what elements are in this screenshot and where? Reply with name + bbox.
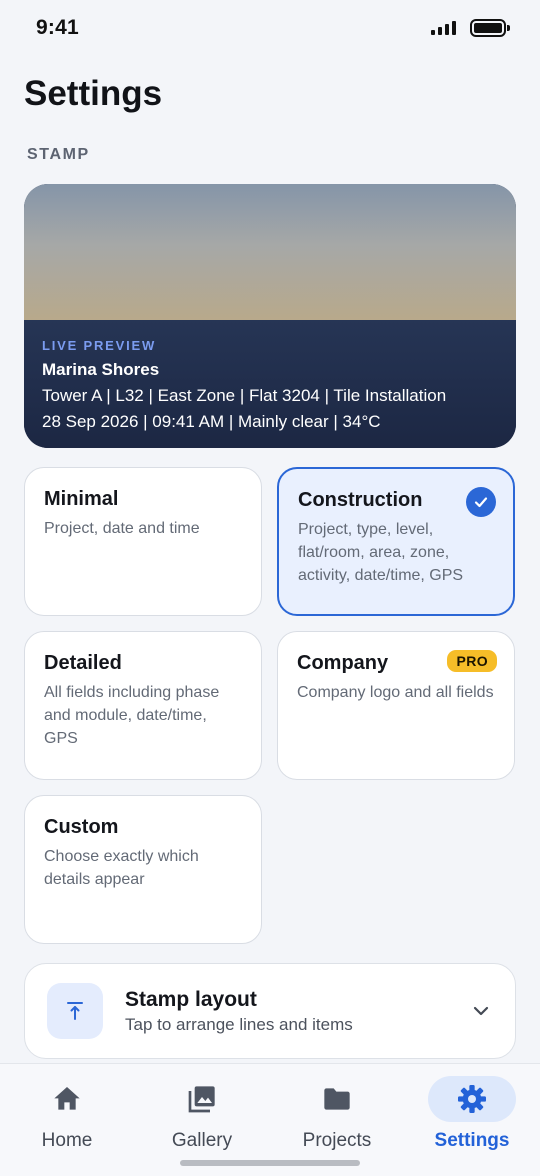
option-description: All fields including phase and module, d… (44, 684, 220, 747)
nav-item-home[interactable]: Home (17, 1076, 117, 1156)
chevron-down-icon[interactable] (469, 999, 493, 1023)
stamp-layout-subtitle: Tap to arrange lines and items (125, 1014, 353, 1034)
align-top-icon (47, 983, 103, 1039)
status-time: 9:41 (36, 16, 79, 39)
status-icons (431, 19, 510, 37)
preview-tag: LIVE PREVIEW (42, 338, 157, 353)
check-icon (466, 487, 496, 517)
stamp-option-minimal[interactable]: Minimal Project, date and time (24, 467, 262, 616)
gear-icon (428, 1076, 516, 1122)
nav-item-settings[interactable]: Settings (422, 1076, 522, 1156)
signal-icon (431, 21, 456, 35)
nav-label: Gallery (171, 1130, 233, 1151)
option-description: Choose exactly which details appear (44, 848, 199, 888)
stamp-option-company[interactable]: Company Company logo and all fields PRO (277, 631, 515, 780)
status-bar: 9:41 (0, 0, 540, 56)
stamp-layout-text: Stamp layout Tap to arrange lines and it… (125, 988, 469, 1035)
nav-label: Home (41, 1130, 93, 1151)
stamp-option-construction[interactable]: Construction Project, type, level, flat/… (277, 467, 515, 616)
nav-label: Settings (434, 1130, 510, 1151)
home-indicator (180, 1160, 360, 1166)
stamp-layout-row[interactable]: Stamp layout Tap to arrange lines and it… (24, 963, 516, 1059)
nav-item-projects[interactable]: Projects (287, 1076, 387, 1156)
preview-photo (24, 184, 516, 320)
option-title: Minimal (44, 488, 119, 510)
option-title: Detailed (44, 652, 122, 674)
preview-datetime-line: 28 Sep 2026 | 09:41 AM | Mainly clear | … (42, 412, 381, 431)
battery-icon (470, 19, 510, 37)
stamp-option-detailed[interactable]: Detailed All fields including phase and … (24, 631, 262, 780)
home-icon (23, 1076, 111, 1122)
section-label-stamp: STAMP (27, 146, 90, 163)
nav-label: Projects (302, 1130, 372, 1151)
preview-location-line: Tower A | L32 | East Zone | Flat 3204 | … (42, 386, 447, 405)
option-title: Custom (44, 816, 119, 838)
folder-icon (293, 1076, 381, 1122)
preview-project-name: Marina Shores (42, 360, 160, 379)
stamp-layout-title: Stamp layout (125, 987, 257, 1011)
option-title: Construction (298, 489, 423, 511)
stamp-preview-card: LIVE PREVIEW Marina Shores Tower A | L32… (24, 184, 516, 448)
pro-badge: PRO (447, 650, 497, 672)
nav-item-gallery[interactable]: Gallery (152, 1076, 252, 1156)
page-title: Settings (24, 74, 163, 113)
preview-stamp-overlay: LIVE PREVIEW Marina Shores Tower A | L32… (24, 320, 516, 448)
stamp-option-custom[interactable]: Custom Choose exactly which details appe… (24, 795, 262, 944)
option-description: Project, type, level, flat/room, area, z… (298, 521, 464, 584)
option-description: Project, date and time (44, 520, 200, 537)
option-description: Company logo and all fields (297, 684, 494, 701)
gallery-icon (158, 1076, 246, 1122)
